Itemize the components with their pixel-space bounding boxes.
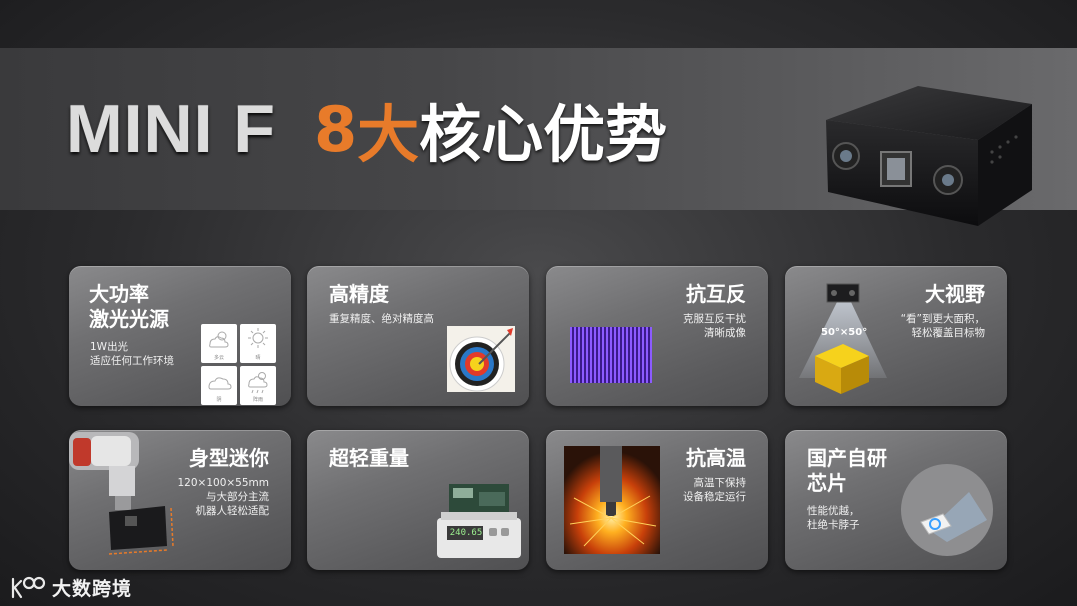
card-description: 与大部分主流 bbox=[206, 491, 269, 503]
title-number: 8 bbox=[313, 92, 358, 166]
weather-label: 阴 bbox=[216, 397, 222, 403]
footer-brand: 大数跨境 bbox=[10, 574, 132, 601]
card-description: 克服互反干扰 bbox=[683, 313, 746, 325]
title-emphasis: 大 bbox=[357, 98, 420, 171]
card-description: 1W出光 bbox=[90, 341, 129, 353]
weather-icons: 多云 晴 阴 阵雨 bbox=[201, 324, 277, 405]
card-high-temperature-resistance: 抗高温 高温下保持 设备稳定运行 bbox=[546, 430, 768, 570]
sunny-icon: 晴 bbox=[240, 324, 276, 363]
card-title: 芯片 bbox=[807, 471, 847, 495]
page-title: MINI F 8 大 核心优势 bbox=[66, 84, 667, 174]
brand-name: 大数跨境 bbox=[52, 578, 133, 600]
partly-cloudy-icon: 多云 bbox=[201, 324, 237, 363]
fov-label: 50°×50° bbox=[821, 327, 868, 338]
card-title: 高精度 bbox=[329, 282, 389, 306]
title-text: 核心优势 bbox=[419, 98, 668, 171]
cloudy-icon: 阴 bbox=[201, 366, 237, 405]
title-product-name: MINI F bbox=[66, 91, 276, 167]
card-title: 大功率 bbox=[89, 282, 149, 306]
chip-image bbox=[901, 464, 993, 556]
brand-logo-icon bbox=[11, 576, 46, 598]
card-description: 机器人轻松适配 bbox=[195, 505, 270, 517]
card-description: 性能优越， bbox=[807, 505, 860, 517]
card-ultra-light: 超轻重量 240.65 bbox=[307, 430, 529, 570]
fringe-pattern-image bbox=[570, 327, 652, 383]
scale-reading: 240.65 bbox=[449, 528, 483, 538]
card-title: 大视野 bbox=[925, 282, 985, 306]
card-description: 重复精度、绝对精度高 bbox=[329, 313, 434, 325]
welding-sparks-image bbox=[564, 446, 660, 554]
card-title: 身型迷你 bbox=[189, 446, 269, 470]
card-high-power-laser: 大功率 激光光源 1W出光 适应任何工作环境 多云 晴 阴 阵雨 bbox=[69, 266, 291, 406]
card-description: 适应任何工作环境 bbox=[90, 355, 174, 367]
card-title: 激光光源 bbox=[89, 307, 169, 331]
field-of-view-diagram bbox=[799, 283, 887, 394]
card-domestic-chip: 国产自研 芯片 性能优越， 杜绝卡脖子 bbox=[785, 430, 1007, 570]
card-description: 杜绝卡脖子 bbox=[807, 519, 860, 531]
target-image bbox=[447, 326, 515, 392]
card-description: 高温下保持 bbox=[693, 477, 747, 489]
card-title: 国产自研 bbox=[807, 446, 887, 470]
card-description: 轻松覆盖目标物 bbox=[911, 327, 986, 339]
card-description: 清晰成像 bbox=[704, 327, 746, 339]
card-high-precision: 高精度 重复精度、绝对精度高 bbox=[307, 266, 529, 406]
card-anti-interreflection: 抗互反 克服互反干扰 清晰成像 bbox=[546, 266, 768, 406]
card-description: “看”到更大面积， bbox=[900, 313, 985, 325]
card-title: 抗互反 bbox=[686, 282, 746, 306]
card-title: 抗高温 bbox=[686, 446, 746, 470]
shower-icon: 阵雨 bbox=[240, 366, 276, 405]
card-description: 120×100×55mm bbox=[177, 477, 270, 489]
weather-label: 晴 bbox=[255, 355, 261, 361]
weather-label: 阵雨 bbox=[252, 397, 263, 403]
weather-label: 多云 bbox=[213, 355, 224, 361]
card-wide-field-of-view: 大视野 “看”到更大面积， 轻松覆盖目标物 50°×50° bbox=[785, 266, 1007, 406]
camera-product-image bbox=[826, 86, 1032, 226]
weighing-scale-image bbox=[437, 484, 521, 558]
card-compact-size: 身型迷你 120×100×55mm 与大部分主流 机器人轻松适配 bbox=[69, 430, 291, 570]
card-title: 超轻重量 bbox=[329, 446, 409, 470]
card-description: 设备稳定运行 bbox=[683, 491, 746, 503]
robot-arm-image bbox=[69, 432, 174, 555]
